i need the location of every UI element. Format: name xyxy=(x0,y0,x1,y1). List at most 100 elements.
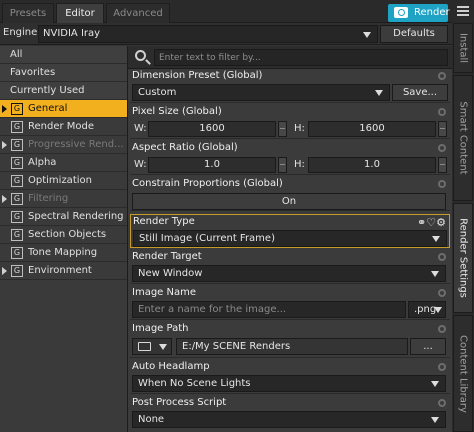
pixel-height-field[interactable]: 1600 xyxy=(308,121,436,137)
folder-dropdown-button[interactable] xyxy=(132,338,172,355)
group-item-label: Progressive Rend... xyxy=(28,139,124,150)
auto-headlamp-value: When No Scene Lights xyxy=(138,378,251,389)
constrain-toggle[interactable]: On xyxy=(132,193,446,210)
list-item-currently-used[interactable]: Currently Used xyxy=(0,82,127,100)
pixel-width-field[interactable]: 1600 xyxy=(148,121,276,137)
render-target-value: New Window xyxy=(138,268,203,279)
dimension-preset-value: Custom xyxy=(138,87,177,98)
group-item-label: Render Mode xyxy=(28,121,95,132)
property-auto-headlamp: Auto Headlamp When No Scene Lights xyxy=(130,360,450,394)
side-tab-smart-content[interactable]: Smart Content xyxy=(453,75,473,201)
render-button[interactable]: Render xyxy=(388,4,450,22)
group-item-optimization[interactable]: G Optimization xyxy=(0,172,127,190)
render-target-select[interactable]: New Window xyxy=(132,265,446,282)
chevron-down-icon xyxy=(159,344,167,350)
property-title: Render Target xyxy=(132,251,202,262)
gear-icon[interactable] xyxy=(438,363,446,371)
group-item-label: Filtering xyxy=(28,193,69,204)
property-title: Auto Headlamp xyxy=(132,361,210,372)
tab-presets[interactable]: Presets xyxy=(2,3,54,23)
property-title: Render Type xyxy=(133,216,195,227)
aspect-height-slider-handle[interactable] xyxy=(438,157,447,173)
gear-icon[interactable]: ⚙ xyxy=(436,216,446,229)
group-item-render-mode[interactable]: G Render Mode xyxy=(0,118,127,136)
side-tab-install[interactable]: Install xyxy=(453,23,473,73)
height-label: H: xyxy=(294,159,305,170)
height-label: H: xyxy=(294,123,305,134)
side-tab-render-settings[interactable]: Render Settings xyxy=(453,203,473,313)
filter-input[interactable] xyxy=(154,49,448,66)
aspect-width-field[interactable]: 1.0 xyxy=(148,157,276,173)
defaults-button[interactable]: Defaults xyxy=(380,25,448,43)
tab-editor[interactable]: Editor xyxy=(56,3,104,23)
save-preset-button[interactable]: Save... xyxy=(392,84,448,101)
gear-icon[interactable] xyxy=(438,253,446,261)
group-icon: G xyxy=(11,247,23,259)
gear-icon[interactable] xyxy=(438,180,446,188)
render-button-label: Render xyxy=(414,7,450,18)
group-item-environment[interactable]: G Environment xyxy=(0,262,127,280)
expand-arrow-icon[interactable] xyxy=(2,105,7,113)
gear-icon[interactable] xyxy=(438,72,446,80)
gear-icon[interactable] xyxy=(438,108,446,116)
engine-row: Engine : NVIDIA Iray Defaults xyxy=(0,23,452,45)
group-item-general[interactable]: G General xyxy=(0,100,127,118)
group-item-filtering[interactable]: G Filtering xyxy=(0,190,127,208)
group-item-spectral-rendering[interactable]: G Spectral Rendering xyxy=(0,208,127,226)
property-render-type: Render Type ⚭♡⚙ Still Image (Current Fra… xyxy=(130,214,450,248)
tab-advanced[interactable]: Advanced xyxy=(106,3,170,23)
pixel-width-slider-handle[interactable] xyxy=(278,121,287,137)
expand-arrow-icon[interactable] xyxy=(2,195,7,203)
image-extension-select[interactable]: .png xyxy=(408,301,446,318)
auto-headlamp-select[interactable]: When No Scene Lights xyxy=(132,375,446,392)
expand-arrow-icon[interactable] xyxy=(2,141,7,149)
image-name-input[interactable]: Enter a name for the image... xyxy=(132,301,406,318)
group-item-alpha[interactable]: G Alpha xyxy=(0,154,127,172)
aspect-width-slider-handle[interactable] xyxy=(278,157,287,173)
search-icon[interactable] xyxy=(135,50,146,61)
group-icon: G xyxy=(11,139,23,151)
gear-icon[interactable] xyxy=(438,289,446,297)
list-item-favorites[interactable]: Favorites xyxy=(0,64,127,82)
group-item-label: Spectral Rendering xyxy=(28,211,124,222)
property-aspect-ratio: Aspect Ratio (Global) W: 1.0 H: 1.0 xyxy=(130,141,450,175)
chevron-down-icon xyxy=(431,271,439,277)
engine-select[interactable]: NVIDIA Iray xyxy=(38,25,378,43)
group-item-section-objects[interactable]: G Section Objects xyxy=(0,226,127,244)
property-title: Dimension Preset (Global) xyxy=(132,70,263,81)
camera-icon xyxy=(394,7,408,18)
folder-icon xyxy=(138,342,151,351)
property-icons: ⚭♡⚙ xyxy=(417,216,446,229)
group-icon: G xyxy=(11,157,23,169)
aspect-height-field[interactable]: 1.0 xyxy=(308,157,436,173)
gear-icon[interactable] xyxy=(438,325,446,333)
hamburger-menu-icon[interactable] xyxy=(452,0,474,23)
group-item-label: Alpha xyxy=(28,157,57,168)
post-process-select[interactable]: None xyxy=(132,411,446,428)
property-image-path: Image Path E:/My SCENE Renders ... xyxy=(130,322,450,358)
group-icon: G xyxy=(11,265,23,277)
group-item-label: General xyxy=(28,103,68,114)
group-item-tone-mapping[interactable]: G Tone Mapping xyxy=(0,244,127,262)
group-icon: G xyxy=(11,121,23,133)
gear-icon[interactable] xyxy=(438,144,446,152)
side-tab-content-library[interactable]: Content Library xyxy=(453,315,473,432)
expand-arrow-icon[interactable] xyxy=(2,267,7,275)
top-tab-bar: Presets Editor Advanced Render xyxy=(0,0,452,23)
group-item-progressive-rendering[interactable]: G Progressive Rend... xyxy=(0,136,127,154)
link-icon[interactable]: ⚭ xyxy=(417,216,426,229)
list-item-all[interactable]: All xyxy=(0,46,127,64)
width-label: W: xyxy=(134,123,147,134)
group-icon: G xyxy=(11,103,23,115)
image-path-field[interactable]: E:/My SCENE Renders xyxy=(176,338,408,355)
pixel-height-slider-handle[interactable] xyxy=(438,121,447,137)
chevron-down-icon xyxy=(375,90,383,96)
property-title: Constrain Proportions (Global) xyxy=(132,178,283,189)
dimension-preset-select[interactable]: Custom xyxy=(132,84,390,101)
group-item-label: Optimization xyxy=(28,175,92,186)
browse-button[interactable]: ... xyxy=(410,338,446,355)
property-dimension-preset: Dimension Preset (Global) Custom Save... xyxy=(130,69,450,103)
heart-icon[interactable]: ♡ xyxy=(426,216,436,229)
gear-icon[interactable] xyxy=(438,399,446,407)
render-type-select[interactable]: Still Image (Current Frame) xyxy=(133,230,447,247)
